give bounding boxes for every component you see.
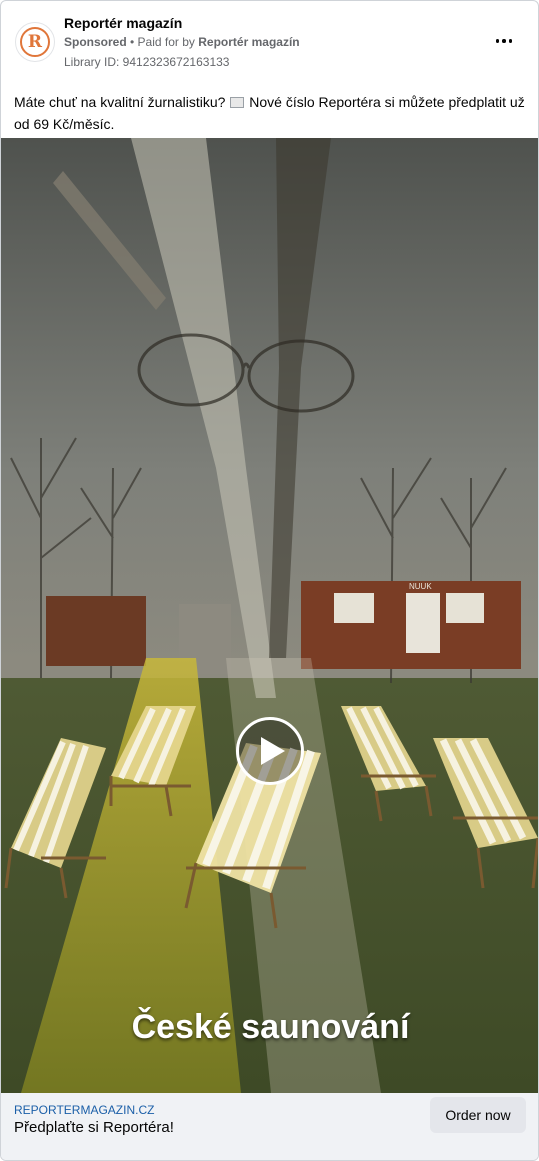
ad-body-text: Máte chuť na kvalitní žurnalistiku? Nové…: [14, 91, 529, 135]
play-button[interactable]: [236, 717, 304, 785]
video-caption: České saunování: [131, 1008, 410, 1046]
order-now-button[interactable]: Order now: [430, 1097, 526, 1133]
page-name[interactable]: Reportér magazín: [64, 15, 182, 31]
ad-card: R Reportér magazín Sponsored • Paid for …: [0, 0, 539, 1161]
play-icon: [261, 737, 285, 765]
meta-separator: •: [126, 35, 138, 49]
ad-header: R Reportér magazín Sponsored • Paid for …: [1, 1, 538, 81]
body-text-part1: Máte chuť na kvalitní žurnalistiku?: [14, 94, 230, 110]
video-media[interactable]: NUUK České saunování: [1, 138, 538, 1093]
link-title[interactable]: Předplaťte si Reportéra!: [14, 1119, 174, 1136]
reporter-logo-icon: R: [20, 27, 50, 57]
cabin-sign: NUUK: [409, 582, 432, 591]
link-domain[interactable]: REPORTERMAGAZIN.CZ: [14, 1103, 154, 1117]
paid-for-name: Reportér magazín: [198, 35, 300, 49]
ad-footer[interactable]: REPORTERMAGAZIN.CZ Předplaťte si Reporté…: [1, 1093, 538, 1160]
paid-for-prefix: Paid for by: [137, 35, 199, 49]
sponsored-line: Sponsored • Paid for by Reportér magazín: [64, 35, 300, 49]
avatar-letter: R: [27, 32, 43, 52]
sponsored-label: Sponsored: [64, 35, 127, 49]
newspaper-icon: [230, 97, 245, 108]
library-id: Library ID: 9412323672163133: [64, 55, 230, 69]
more-options-icon[interactable]: [492, 31, 516, 51]
page-avatar[interactable]: R: [15, 22, 55, 62]
video-thumbnail: NUUK: [1, 138, 538, 1093]
